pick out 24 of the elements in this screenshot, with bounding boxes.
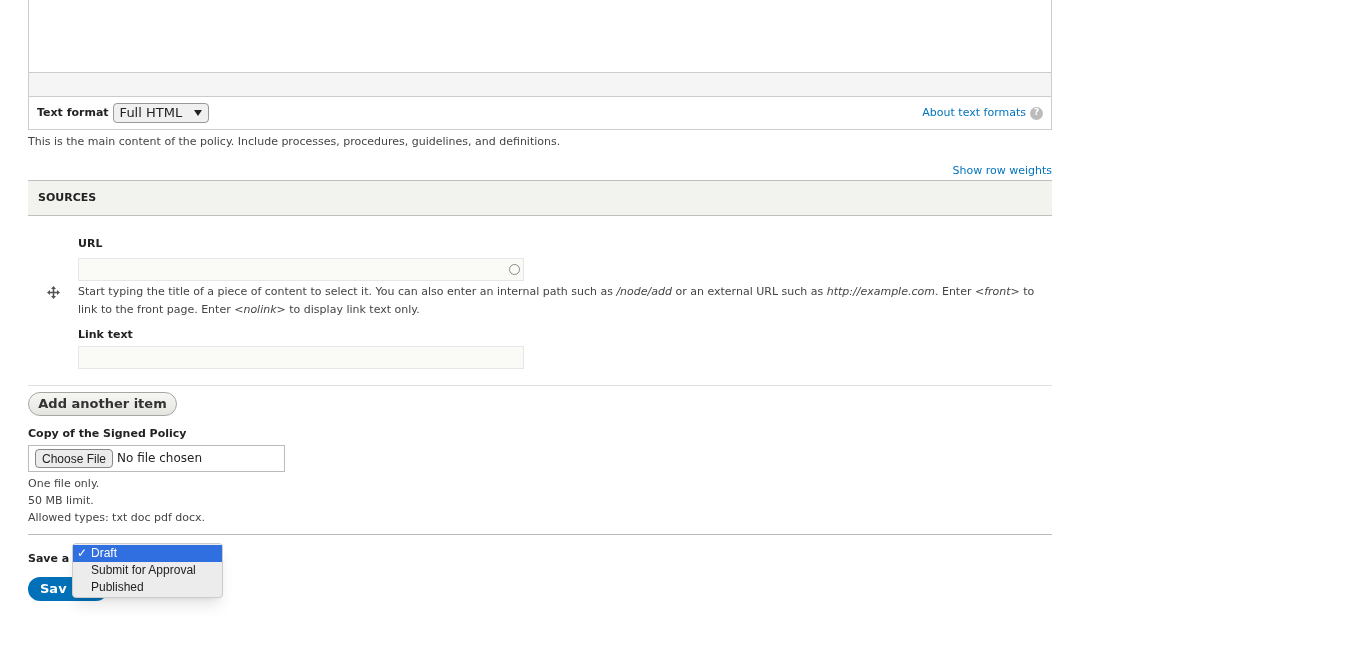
- dropdown-option[interactable]: ✓ Draft: [73, 544, 222, 562]
- add-another-item-button[interactable]: Add another item: [28, 392, 177, 416]
- file-input[interactable]: Choose File No file chosen: [28, 444, 285, 472]
- show-row-weights-link[interactable]: Show row weights: [952, 162, 1052, 179]
- url-input[interactable]: [78, 257, 524, 281]
- save-as-label: Save a: [28, 551, 70, 568]
- text-format-select[interactable]: Full HTML: [112, 103, 209, 123]
- file-field-label: Copy of the Signed Policy: [28, 426, 188, 442]
- choose-file-button[interactable]: Choose File: [35, 448, 114, 468]
- sources-table-header: SOURCES: [28, 180, 1052, 216]
- link-text-label: Link text: [78, 326, 134, 343]
- file-note: Allowed types: txt doc pdf docx.: [28, 509, 207, 526]
- file-note: 50 MB limit.: [28, 492, 95, 509]
- file-status: No file chosen: [117, 450, 203, 467]
- text-format-label: Text format: [37, 104, 109, 121]
- field-description: This is the main content of the policy. Include processes, procedures, guidelines, and definitions.: [28, 134, 562, 150]
- drag-handle-icon[interactable]: [46, 286, 60, 299]
- link-text-input[interactable]: [78, 346, 524, 369]
- file-note: One file only.: [28, 475, 101, 492]
- about-text-formats-link[interactable]: About text formats: [922, 104, 1026, 122]
- dropdown-caret-icon: [193, 110, 202, 116]
- dropdown-option[interactable]: Submit for Approval: [73, 561, 222, 579]
- url-help-text: Start typing the title of a piece of content to select it. You can also enter an internal path such as /node/add or an external URL such as http://example.com. Enter <front> to link to the front page. Enter <nolink> to display link text only.: [78, 283, 1036, 318]
- url-label: URL: [78, 236, 104, 252]
